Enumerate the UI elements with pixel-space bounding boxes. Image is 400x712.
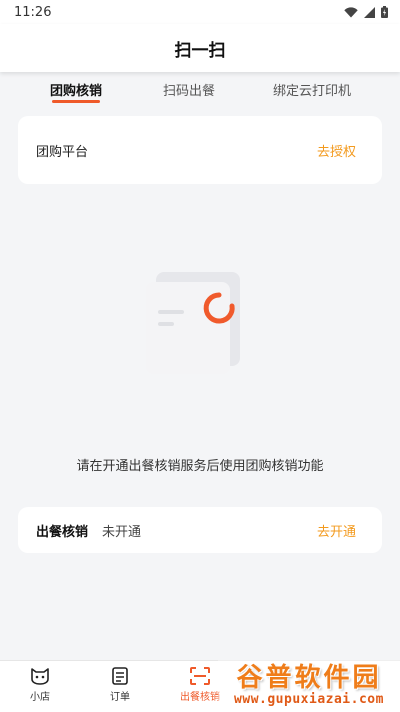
nav-label: 出餐核销: [180, 692, 220, 703]
order-list-icon: [112, 667, 128, 685]
cat-face-icon: [31, 668, 49, 685]
page-title: 扫一扫: [174, 40, 226, 61]
nav-item-orders[interactable]: 订单: [90, 667, 150, 703]
battery-icon: [381, 6, 388, 18]
meal-verify-card: 出餐核销 未开通 去开通: [18, 507, 382, 553]
signal-icon: [364, 6, 375, 18]
watermark-title: 谷普软件园: [236, 663, 382, 693]
authorize-link[interactable]: 去授权: [317, 141, 356, 160]
tab-label: 团购核销: [50, 84, 103, 99]
nav-label: 小店: [30, 692, 50, 703]
empty-state-message: 请在开通出餐核销服务后使用团购核销功能: [76, 459, 324, 474]
tab-bind-cloud-printer[interactable]: 绑定云打印机: [273, 80, 351, 99]
activate-link[interactable]: 去开通: [317, 521, 356, 540]
nav-label: 订单: [110, 692, 130, 703]
tab-label: 扫码出餐: [163, 84, 216, 99]
nav-item-shop[interactable]: 小店: [10, 667, 70, 703]
wifi-icon: [344, 6, 358, 17]
tab-scan-serve[interactable]: 扫码出餐: [163, 80, 215, 99]
meal-verify-status: 未开通: [102, 524, 142, 540]
tab-bar: 团购核销 扫码出餐 绑定云打印机: [0, 72, 400, 108]
page-header: 扫一扫: [0, 24, 400, 72]
meal-verify-info: 出餐核销 未开通: [36, 521, 141, 540]
tab-group-buy-verify[interactable]: 团购核销: [50, 80, 103, 103]
platform-card: 团购平台 去授权: [18, 116, 382, 184]
tab-active-indicator: [52, 100, 101, 103]
tab-label: 绑定云打印机: [273, 84, 352, 99]
status-time: 11:26: [14, 4, 52, 20]
watermark: 谷普软件园 www.gupuxiazai.com: [218, 660, 400, 712]
scan-frame-icon: [190, 667, 210, 685]
status-icons: [344, 6, 388, 18]
meal-verify-title: 出餐核销: [36, 524, 89, 540]
watermark-url: www.gupuxiazai.com: [234, 692, 384, 707]
platform-label: 团购平台: [36, 144, 89, 160]
status-bar: 11:26: [0, 0, 400, 24]
empty-state-illustration: [146, 272, 240, 374]
